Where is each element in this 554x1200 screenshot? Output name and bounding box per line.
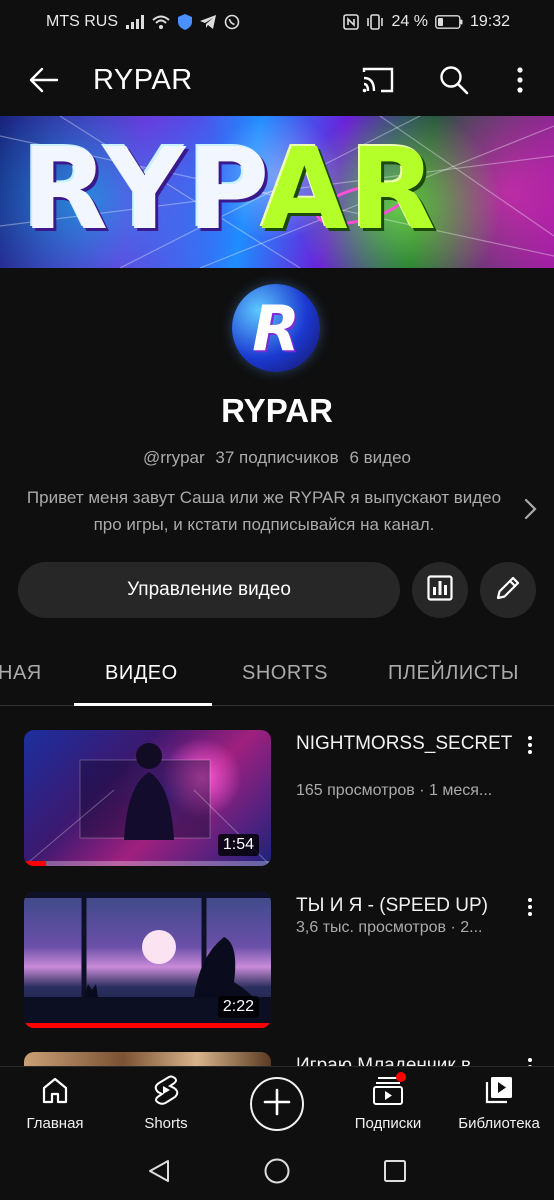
vibrate-icon bbox=[366, 14, 384, 30]
subscriptions-icon bbox=[372, 1072, 406, 1109]
video-meta: 3,6 тыс. просмотров · 2... bbox=[296, 919, 483, 936]
manage-videos-label: Управление видео bbox=[127, 579, 291, 600]
analytics-icon bbox=[427, 574, 453, 606]
viber-icon bbox=[224, 14, 240, 30]
channel-handle: @rrypar bbox=[143, 448, 205, 467]
channel-banner: RYPAR bbox=[0, 116, 554, 268]
avatar[interactable]: R bbox=[232, 284, 320, 372]
list-item[interactable]: 2:22 ТЫ И Я - (SPEED UP) 3,6 тыс. просмо… bbox=[0, 892, 554, 1032]
clock: 19:32 bbox=[469, 13, 510, 30]
active-tab-indicator bbox=[74, 703, 212, 706]
nav-home[interactable]: Главная bbox=[0, 1075, 110, 1132]
list-item[interactable]: 1:54 NIGHTMORSS_SECRET 165 просмотров · … bbox=[0, 730, 554, 870]
banner-text-white: RYP bbox=[22, 125, 262, 255]
video-thumbnail[interactable]: 1:54 bbox=[24, 730, 271, 866]
telegram-icon bbox=[200, 15, 216, 29]
library-icon bbox=[484, 1075, 514, 1109]
carrier-label: MTS RUS bbox=[46, 13, 118, 30]
bottom-navigation: Главная Shorts Подписки Библиотека bbox=[0, 1066, 554, 1140]
manage-videos-button[interactable]: Управление видео bbox=[18, 562, 400, 618]
more-vert-icon[interactable] bbox=[500, 60, 540, 100]
avatar-letter: R bbox=[252, 291, 300, 365]
video-duration: 1:54 bbox=[217, 834, 259, 856]
battery-percent: 24 % bbox=[391, 13, 428, 30]
system-navigation-bar bbox=[0, 1140, 554, 1200]
notification-dot bbox=[396, 1072, 406, 1082]
channel-meta: @rrypar 37 подписчиков 6 видео bbox=[0, 448, 554, 468]
shorts-icon bbox=[153, 1075, 179, 1109]
nav-library[interactable]: Библиотека bbox=[444, 1075, 554, 1132]
video-duration: 2:22 bbox=[217, 996, 259, 1018]
watch-progress-bar bbox=[24, 1023, 271, 1028]
video-title[interactable]: ТЫ И Я - (SPEED UP) bbox=[296, 894, 514, 918]
banner-text-green: AR bbox=[261, 125, 438, 255]
wifi-icon bbox=[152, 15, 170, 29]
system-recents-icon[interactable] bbox=[380, 1156, 410, 1186]
cast-icon[interactable] bbox=[358, 60, 398, 100]
tab-shorts[interactable]: SHORTS bbox=[242, 640, 328, 706]
status-bar: MTS RUS 24 % 19:32 bbox=[0, 0, 554, 44]
arrow-back-icon[interactable] bbox=[26, 62, 62, 98]
app-bar: RYPAR bbox=[0, 44, 554, 116]
video-thumbnail[interactable]: 2:22 bbox=[24, 892, 271, 1028]
watch-progress-track bbox=[24, 861, 271, 866]
nav-shorts[interactable]: Shorts bbox=[111, 1075, 221, 1132]
watch-progress-bar bbox=[24, 861, 47, 866]
nav-home-label: Главная bbox=[26, 1115, 84, 1132]
channel-tabs: НАЯ ВИДЕО SHORTS ПЛЕЙЛИСТЫ bbox=[0, 640, 554, 706]
video-title[interactable]: NIGHTMORSS_SECRET bbox=[296, 732, 514, 756]
nav-library-label: Библиотека bbox=[458, 1115, 540, 1132]
vpn-shield-icon bbox=[178, 14, 192, 30]
nav-shorts-label: Shorts bbox=[144, 1115, 188, 1132]
more-vert-icon[interactable] bbox=[520, 730, 540, 760]
edit-pencil-icon bbox=[494, 574, 522, 607]
system-home-icon[interactable] bbox=[262, 1156, 292, 1186]
signal-icon bbox=[126, 15, 144, 29]
tab-home[interactable]: НАЯ bbox=[0, 640, 42, 706]
battery-icon bbox=[435, 15, 463, 29]
analytics-button[interactable] bbox=[412, 562, 468, 618]
search-icon[interactable] bbox=[434, 60, 474, 100]
nav-subscriptions-label: Подписки bbox=[354, 1115, 422, 1132]
create-plus-icon bbox=[261, 1086, 293, 1123]
nfc-icon bbox=[343, 14, 360, 30]
more-vert-icon[interactable] bbox=[520, 892, 540, 922]
nav-subscriptions[interactable]: Подписки bbox=[333, 1072, 443, 1132]
video-count: 6 видео bbox=[349, 448, 411, 467]
create-button[interactable] bbox=[250, 1077, 304, 1131]
page-title: RYPAR bbox=[93, 64, 193, 96]
tab-playlists[interactable]: ПЛЕЙЛИСТЫ bbox=[388, 640, 519, 706]
channel-name: RYPAR bbox=[221, 392, 333, 429]
subscriber-count: 37 подписчиков bbox=[215, 448, 339, 467]
tab-videos[interactable]: ВИДЕО bbox=[105, 640, 178, 706]
video-meta: 165 просмотров · 1 меся... bbox=[296, 782, 493, 799]
chevron-right-icon[interactable] bbox=[520, 498, 540, 520]
banner-logo: RYPAR bbox=[22, 134, 438, 246]
edit-channel-button[interactable] bbox=[480, 562, 536, 618]
system-back-icon[interactable] bbox=[144, 1156, 174, 1186]
home-icon bbox=[40, 1075, 70, 1109]
channel-description[interactable]: Привет меня завут Саша или же RYPAR я вы… bbox=[22, 484, 506, 538]
